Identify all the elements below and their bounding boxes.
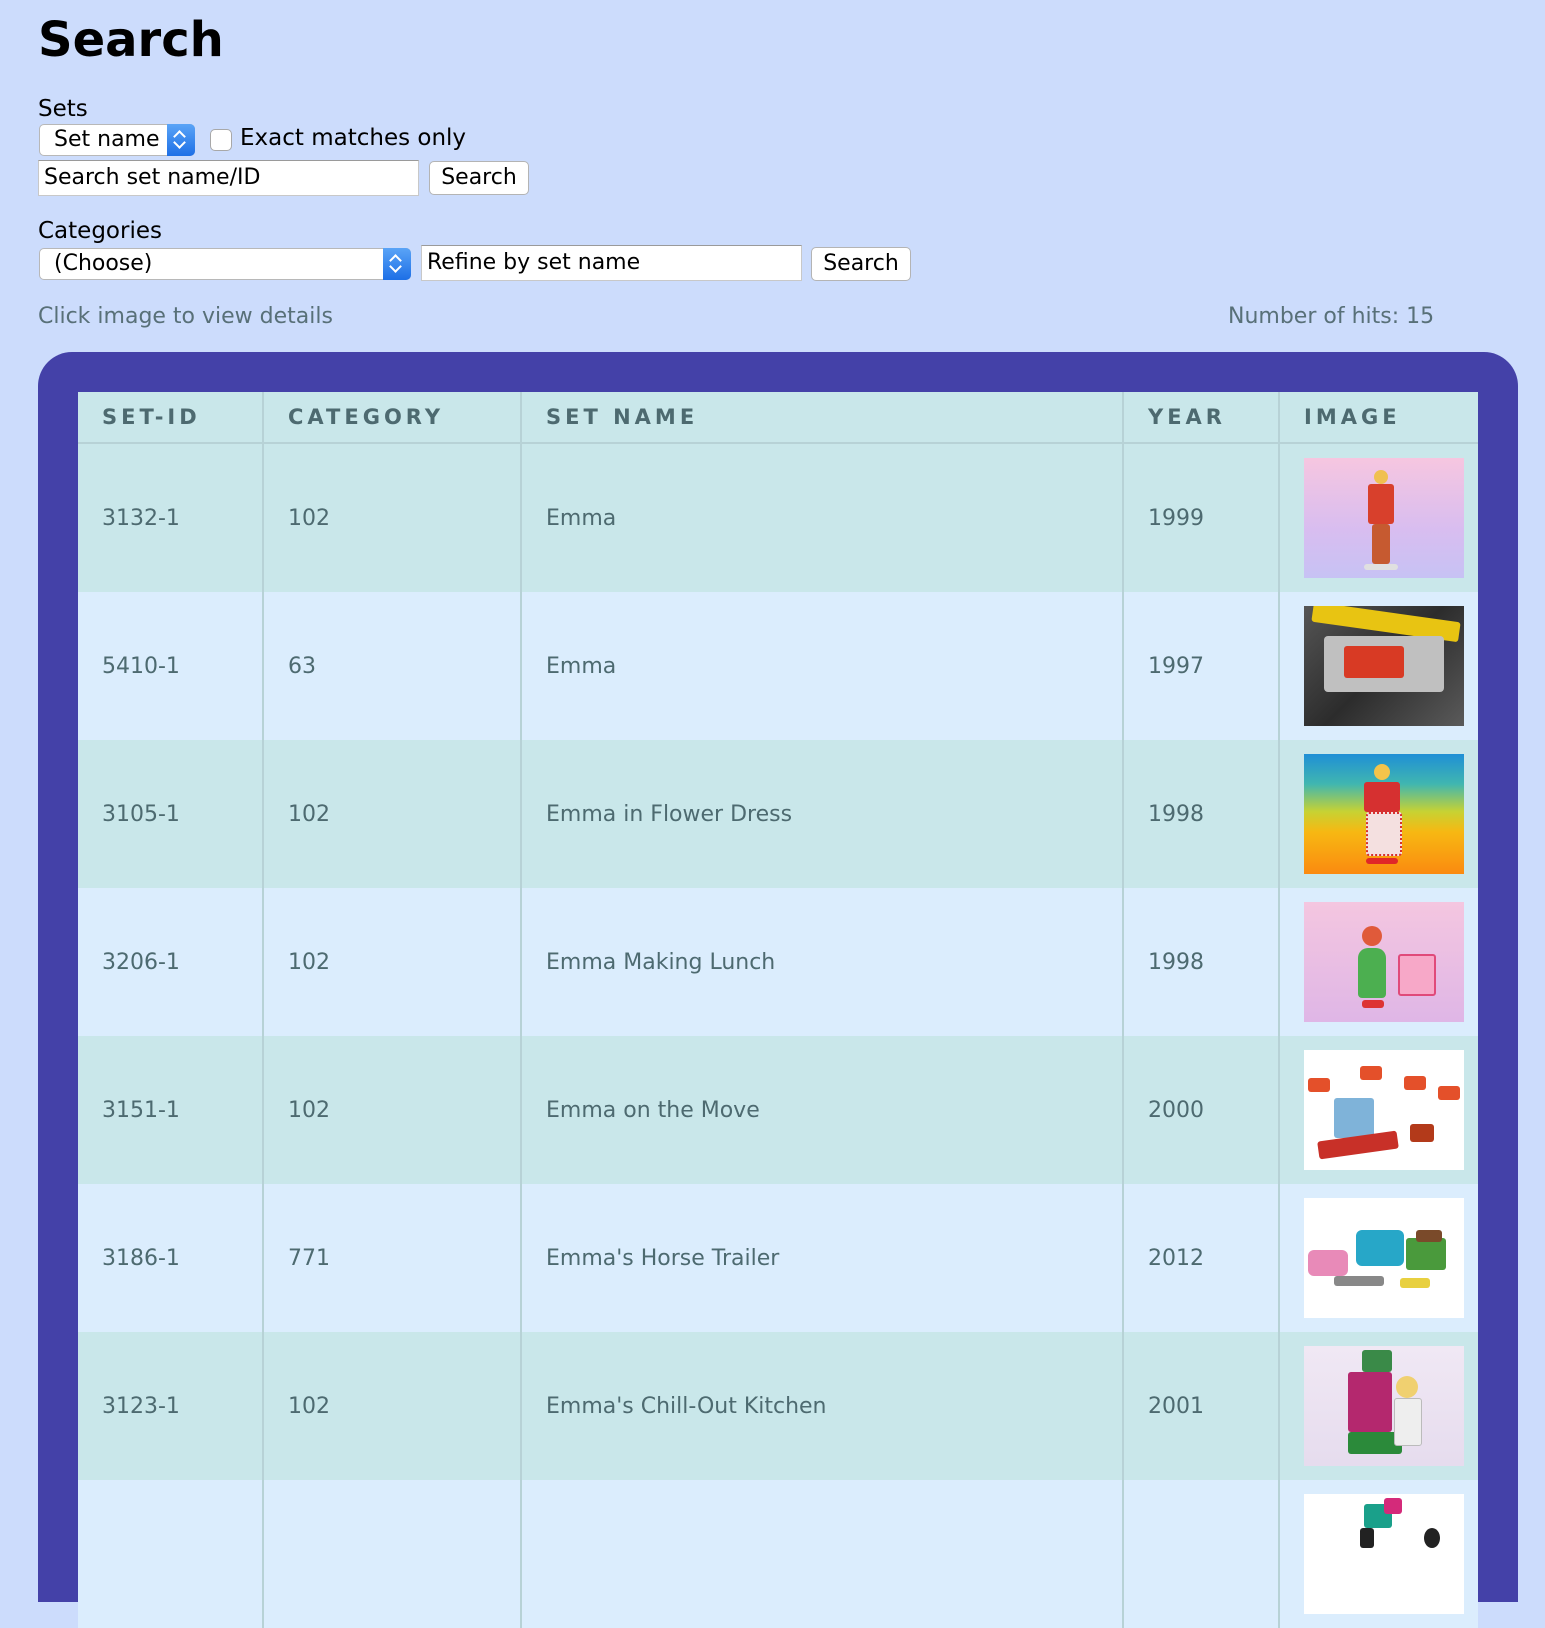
page-title: Search — [38, 12, 224, 68]
cell-category: 102 — [263, 740, 522, 888]
set-search-input[interactable]: Search set name/ID — [38, 160, 419, 196]
cell-category: 102 — [263, 1332, 522, 1480]
column-header-set-id[interactable]: SET-ID — [78, 392, 264, 444]
cell-set-id: 5410-1 — [78, 592, 264, 740]
hits-count: Number of hits: 15 — [1228, 304, 1435, 329]
set-thumbnail-image[interactable] — [1304, 606, 1464, 726]
cell-set-id: 3105-1 — [78, 740, 264, 888]
cell-category: 102 — [263, 1036, 522, 1184]
cell-image — [1279, 592, 1478, 740]
set-thumbnail-image[interactable] — [1304, 1050, 1464, 1170]
cell-category: 102 — [263, 443, 522, 592]
cell-year: 2001 — [1123, 1332, 1280, 1480]
cell-set-name: Emma — [521, 592, 1124, 740]
cell-set-id: 3123-1 — [78, 1332, 264, 1480]
cell-image — [1279, 740, 1478, 888]
set-thumbnail-image[interactable] — [1304, 1198, 1464, 1318]
column-header-category[interactable]: CATEGORY — [263, 392, 522, 444]
table-row: 3132-1 102 Emma 1999 — [78, 443, 1478, 592]
set-thumbnail-image[interactable] — [1304, 458, 1464, 578]
cell-category: 102 — [263, 888, 522, 1036]
cell-set-id: 3151-1 — [78, 1036, 264, 1184]
cell-set-id: 3186-1 — [78, 1184, 264, 1332]
exact-matches-checkbox[interactable] — [210, 129, 232, 151]
table-row: 3151-1 102 Emma on the Move 2000 — [78, 1036, 1478, 1184]
cell-year: 1998 — [1123, 740, 1280, 888]
cell-image — [1279, 1036, 1478, 1184]
cell-category — [263, 1480, 522, 1628]
table-row — [78, 1480, 1478, 1628]
category-select[interactable]: (Choose) — [39, 248, 411, 280]
cell-image — [1279, 1480, 1478, 1628]
table-header-row: SET-ID CATEGORY SET NAME YEAR IMAGE — [78, 392, 1478, 444]
cell-image — [1279, 1184, 1478, 1332]
cell-category: 771 — [263, 1184, 522, 1332]
cell-year — [1123, 1480, 1280, 1628]
exact-matches-label: Exact matches only — [240, 125, 467, 151]
cell-year: 1997 — [1123, 592, 1280, 740]
cell-image — [1279, 443, 1478, 592]
table-row: 5410-1 63 Emma 1997 — [78, 592, 1478, 740]
category-search-button[interactable]: Search — [811, 247, 911, 281]
cell-category: 63 — [263, 592, 522, 740]
set-thumbnail-image[interactable] — [1304, 1494, 1464, 1614]
table-row: 3123-1 102 Emma's Chill-Out Kitchen 2001 — [78, 1332, 1478, 1480]
column-header-image: IMAGE — [1279, 392, 1478, 444]
results-table: SET-ID CATEGORY SET NAME YEAR IMAGE 3132… — [78, 392, 1478, 1628]
cell-set-name: Emma on the Move — [521, 1036, 1124, 1184]
cell-year: 1998 — [1123, 888, 1280, 1036]
column-header-set-name[interactable]: SET NAME — [521, 392, 1124, 444]
set-thumbnail-image[interactable] — [1304, 754, 1464, 874]
select-arrows-icon — [167, 124, 195, 156]
cell-set-name: Emma — [521, 443, 1124, 592]
table-row: 3206-1 102 Emma Making Lunch 1998 — [78, 888, 1478, 1036]
column-header-year[interactable]: YEAR — [1123, 392, 1280, 444]
set-search-button[interactable]: Search — [429, 161, 529, 195]
cell-set-id: 3132-1 — [78, 443, 264, 592]
cell-set-name — [521, 1480, 1124, 1628]
cell-year: 2012 — [1123, 1184, 1280, 1332]
cell-set-name: Emma Making Lunch — [521, 888, 1124, 1036]
cell-set-name: Emma's Chill-Out Kitchen — [521, 1332, 1124, 1480]
select-arrows-icon — [383, 248, 411, 280]
set-thumbnail-image[interactable] — [1304, 1346, 1464, 1466]
cell-image — [1279, 1332, 1478, 1480]
cell-year: 1999 — [1123, 443, 1280, 592]
cell-set-id — [78, 1480, 264, 1628]
refine-set-name-input[interactable]: Refine by set name — [421, 245, 802, 281]
category-select-value: (Choose) — [54, 251, 153, 276]
cell-image — [1279, 888, 1478, 1036]
click-image-hint: Click image to view details — [38, 304, 333, 329]
categories-label: Categories — [38, 218, 162, 244]
refine-placeholder: Refine by set name — [427, 250, 641, 275]
set-search-type-select[interactable]: Set name — [39, 124, 195, 156]
cell-year: 2000 — [1123, 1036, 1280, 1184]
cell-set-name: Emma in Flower Dress — [521, 740, 1124, 888]
table-row: 3105-1 102 Emma in Flower Dress 1998 — [78, 740, 1478, 888]
table-row: 3186-1 771 Emma's Horse Trailer 2012 — [78, 1184, 1478, 1332]
cell-set-id: 3206-1 — [78, 888, 264, 1036]
sets-label: Sets — [38, 96, 88, 122]
set-search-type-value: Set name — [54, 127, 160, 152]
set-thumbnail-image[interactable] — [1304, 902, 1464, 1022]
cell-set-name: Emma's Horse Trailer — [521, 1184, 1124, 1332]
set-search-placeholder: Search set name/ID — [44, 165, 261, 190]
